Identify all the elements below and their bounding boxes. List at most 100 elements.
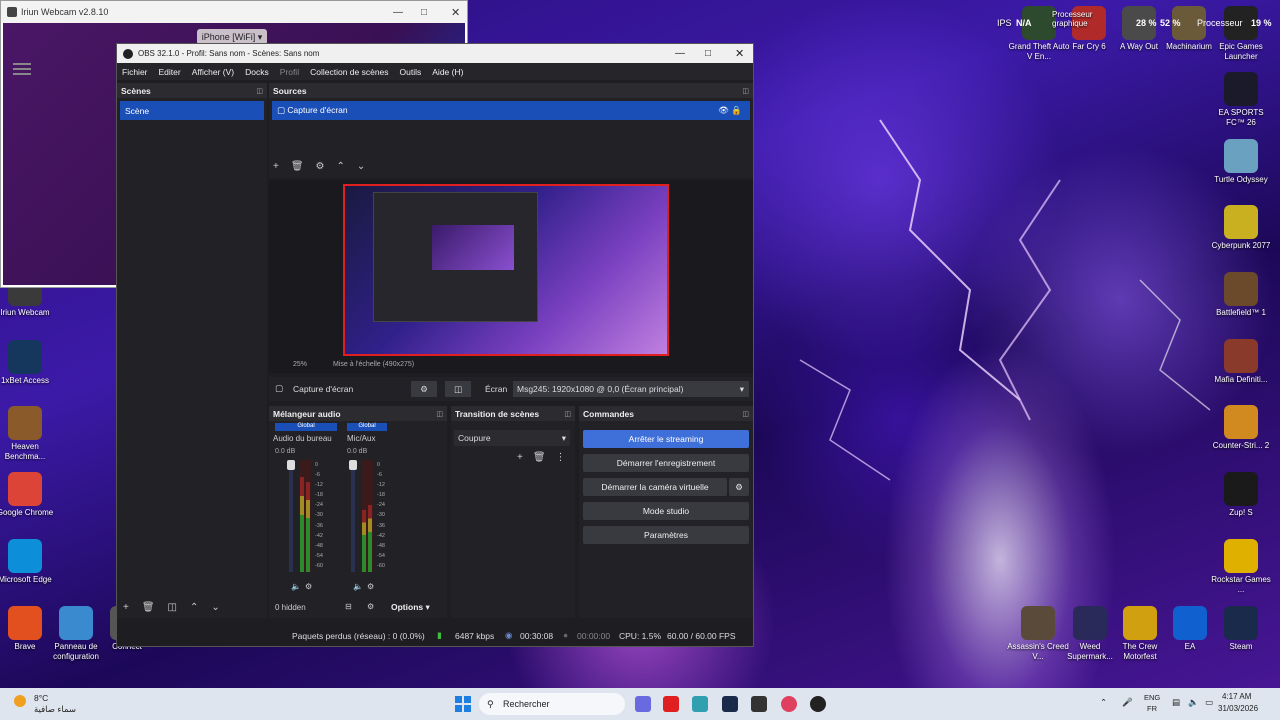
filter-icon[interactable]: ◫ (168, 602, 177, 613)
steam-icon[interactable] (722, 696, 738, 712)
stop-streaming-button[interactable]: Arrêter le streaming (583, 430, 749, 448)
close-icon[interactable]: ✕ (451, 6, 460, 19)
preview-area[interactable]: 25% Mise à l'échelle (490x275) (269, 180, 753, 373)
desktop-icon[interactable]: Microsoft Edge (0, 539, 56, 585)
desktop-icon[interactable]: Google Chrome (0, 472, 56, 518)
channel-1-volume-slider[interactable] (287, 460, 295, 572)
menu-afficher[interactable]: Afficher (V) (192, 67, 234, 77)
battery-icon[interactable]: ▭ (1205, 697, 1213, 708)
preview-canvas[interactable] (343, 184, 669, 356)
transition-select[interactable]: Coupure ▾ (454, 430, 570, 446)
menu-outils[interactable]: Outils (400, 67, 422, 77)
eye-icon[interactable]: 👁 (718, 105, 729, 115)
weather-icon[interactable] (14, 695, 26, 707)
webcam-menu-icon[interactable] (13, 63, 31, 75)
virtual-camera-gear-icon[interactable]: ⚙ (729, 478, 749, 496)
scene-item[interactable]: Scène (120, 101, 264, 120)
search-box[interactable]: ⚲ Rechercher (479, 693, 625, 715)
windows-start-icon[interactable] (455, 696, 471, 712)
lang-1[interactable]: ENG (1144, 693, 1160, 702)
lang-2[interactable]: FR (1147, 704, 1157, 713)
zoom-level[interactable]: 25% (293, 361, 307, 368)
menu-aide[interactable]: Aide (H) (432, 67, 463, 77)
undock-icon[interactable]: ◫ (742, 87, 749, 95)
start-virtual-camera-button[interactable]: Démarrer la caméra virtuelle (583, 478, 727, 496)
menu-editer[interactable]: Editer (159, 67, 181, 77)
chevron-down-icon[interactable]: ⌄ (357, 161, 365, 172)
properties-gear-icon[interactable]: ⚙ (411, 381, 437, 397)
undock-icon[interactable]: ◫ (742, 410, 749, 418)
close-icon[interactable]: ✕ (735, 47, 744, 60)
lock-icon[interactable]: 🔒 (731, 105, 742, 115)
menu-collection[interactable]: Collection de scènes (310, 67, 388, 77)
desktop-icon[interactable]: Battlefield™ 1 (1210, 272, 1272, 318)
clock-date[interactable]: 31/03/2026 (1218, 704, 1258, 713)
obs-window[interactable]: OBS 32.1.0 - Profil: Sans nom - Scènes: … (116, 43, 754, 647)
desktop-icon[interactable]: Heaven Benchma... (0, 406, 56, 462)
trash-icon[interactable]: 🗑 (142, 602, 155, 613)
mic-icon[interactable]: 🎤 (1122, 697, 1133, 708)
add-icon[interactable]: + (273, 161, 279, 172)
slider-handle[interactable] (287, 460, 295, 470)
desktop-icon[interactable]: Steam (1210, 606, 1272, 652)
menu-fichier[interactable]: Fichier (122, 67, 148, 77)
studio-mode-button[interactable]: Mode studio (583, 502, 749, 520)
filters-icon[interactable]: ◫ (445, 381, 471, 397)
channel-2-gear-icon[interactable]: ⚙ (367, 582, 374, 591)
network-icon[interactable]: ▤ (1172, 697, 1180, 708)
minimize-icon[interactable]: — (675, 48, 685, 59)
trash-icon[interactable]: 🗑 (291, 161, 304, 172)
options-button[interactable]: Options ▾ (391, 602, 430, 613)
mixer-layout-icon[interactable]: ⊟ (345, 602, 352, 611)
speaker-icon[interactable]: 🔈 (353, 582, 363, 591)
channel-1-gear-icon[interactable]: ⚙ (305, 582, 312, 591)
chevron-up-icon[interactable]: ⌃ (190, 602, 198, 613)
undock-icon[interactable]: ◫ (564, 410, 571, 418)
volume-icon[interactable]: 🔈 (1188, 697, 1199, 708)
desktop-icon[interactable]: Turtle Odyssey (1210, 139, 1272, 185)
desktop-icon[interactable]: Zup! S (1210, 472, 1272, 518)
more-icon[interactable]: ⋮ (556, 452, 566, 463)
menu-docks[interactable]: Docks (245, 67, 269, 77)
obs-titlebar[interactable]: OBS 32.1.0 - Profil: Sans nom - Scènes: … (117, 44, 753, 63)
maximize-icon[interactable]: □ (705, 48, 711, 59)
mixer-advanced-icon[interactable]: ⚙ (367, 602, 374, 611)
menu-profil[interactable]: Profil (280, 67, 299, 77)
obs-taskbar-icon[interactable] (810, 696, 826, 712)
taskbar-app-icon[interactable] (635, 696, 651, 712)
channel-2-name[interactable]: Mic/Aux (347, 434, 375, 443)
webcam-titlebar[interactable]: Iriun Webcam v2.8.10 — □ ✕ (1, 1, 467, 23)
undock-icon[interactable]: ◫ (436, 410, 443, 418)
add-icon[interactable]: + (517, 452, 523, 463)
channel-2-volume-slider[interactable] (349, 460, 357, 572)
source-item[interactable]: ▢ Capture d'écran 👁 🔒 (272, 101, 750, 120)
speaker-icon[interactable]: 🔈 (291, 582, 301, 591)
clock-time[interactable]: 4:17 AM (1222, 692, 1251, 701)
desktop-icon[interactable]: Cyberpunk 2077 (1210, 205, 1272, 251)
desktop-icon[interactable]: Counter-Stri... 2 (1210, 405, 1272, 451)
settings-button[interactable]: Paramètres (583, 526, 749, 544)
desktop-icon[interactable]: EA SPORTS FC™ 26 (1210, 72, 1272, 128)
minimize-icon[interactable]: — (393, 7, 403, 18)
gear-icon[interactable]: ⚙ (316, 161, 325, 172)
desktop-icon[interactable]: Mafia Definiti... (1210, 339, 1272, 385)
desktop-icon[interactable]: Epic Games Launcher (1210, 6, 1272, 62)
weather-temp[interactable]: 8°C (34, 693, 48, 703)
maximize-icon[interactable]: □ (421, 7, 427, 18)
channel-1-name[interactable]: Audio du bureau (273, 434, 339, 443)
chevron-down-icon[interactable]: ⌄ (211, 602, 219, 613)
trash-icon[interactable]: 🗑 (533, 452, 546, 463)
netflix-icon[interactable] (663, 696, 679, 712)
add-icon[interactable]: + (123, 602, 129, 613)
screen-select[interactable]: Msg245: 1920x1080 @ 0,0 (Écran principal… (513, 381, 749, 397)
desktop-icon[interactable]: 1xBet Access (0, 340, 56, 386)
undock-icon[interactable]: ◫ (256, 87, 263, 95)
slider-handle[interactable] (349, 460, 357, 470)
scale-label[interactable]: Mise à l'échelle (490x275) (333, 361, 414, 368)
desktop-icon[interactable]: Rockstar Games ... (1210, 539, 1272, 595)
start-recording-button[interactable]: Démarrer l'enregistrement (583, 454, 749, 472)
taskbar-app-icon[interactable] (692, 696, 708, 712)
chevron-up-icon[interactable]: ⌃ (337, 161, 345, 172)
taskbar-app-icon[interactable] (751, 696, 767, 712)
weather-desc[interactable]: سماء صافية (34, 704, 76, 715)
